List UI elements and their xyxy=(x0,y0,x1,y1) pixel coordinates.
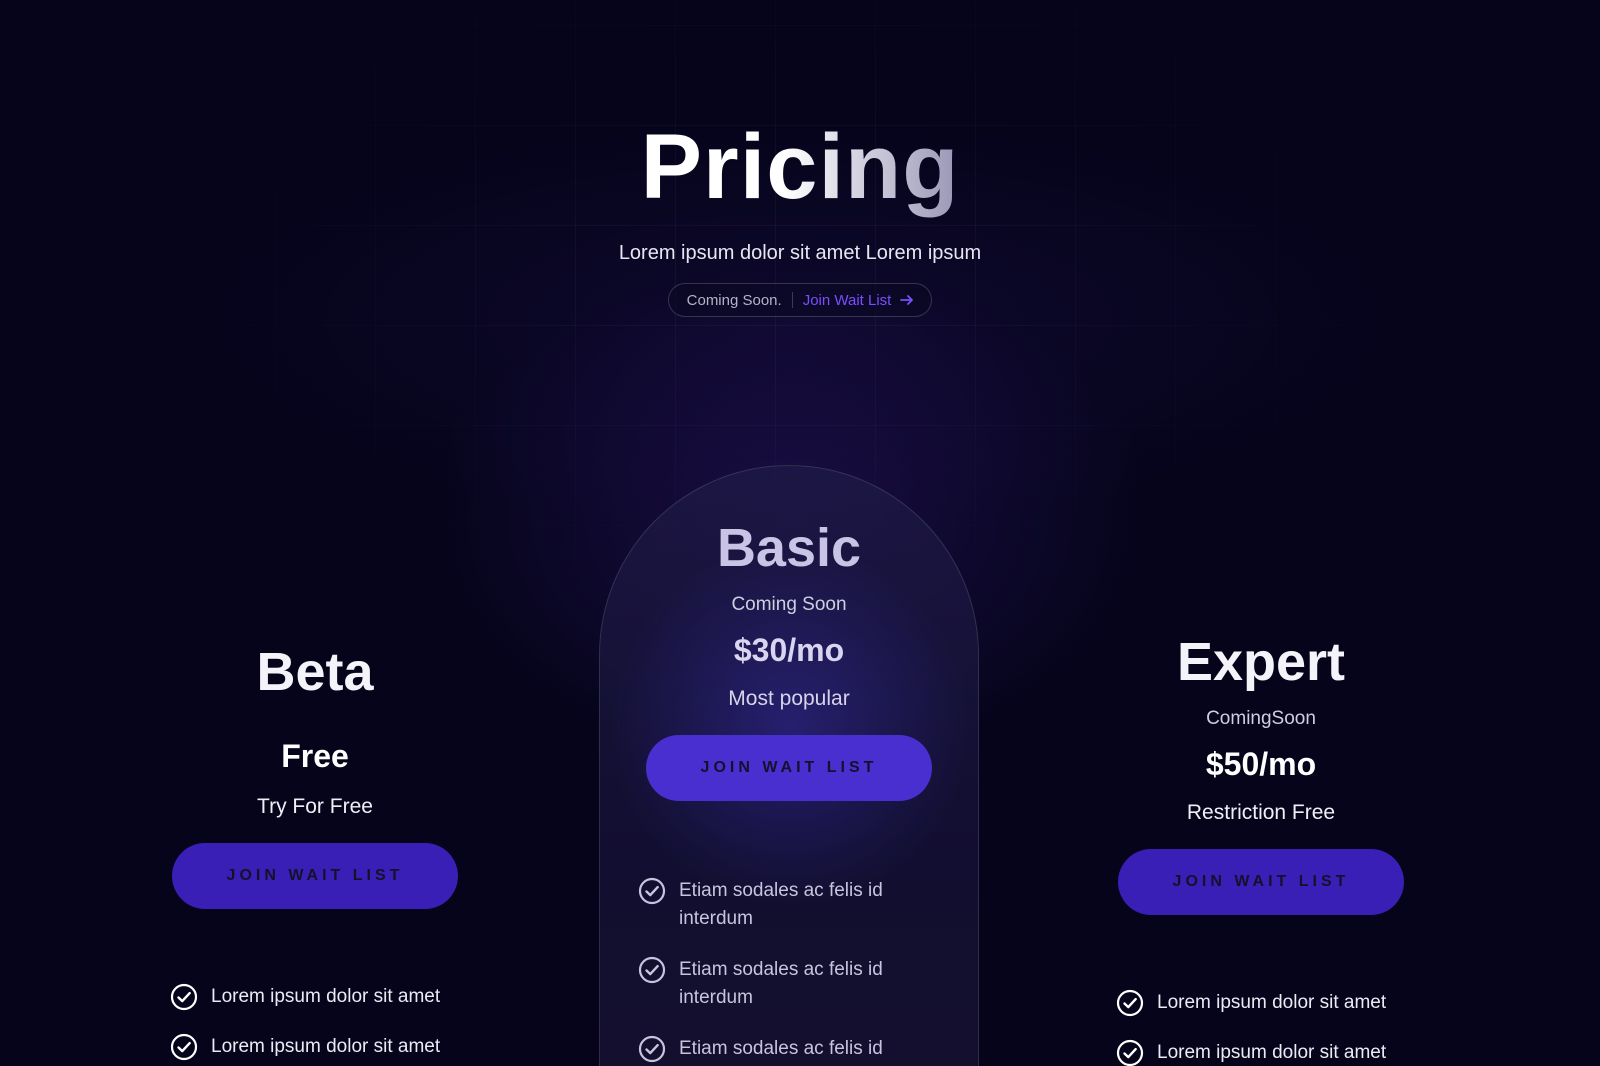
check-circle-icon xyxy=(638,877,666,905)
join-wait-list-button-basic[interactable]: JOIN WAIT LIST xyxy=(646,735,932,801)
feature-text: Etiam sodales ac felis id interdum xyxy=(679,1038,883,1059)
check-circle-icon xyxy=(1116,989,1144,1017)
pricing-page: Pricing Lorem ipsum dolor sit amet Lorem… xyxy=(0,0,1600,1066)
join-wait-list-button-expert[interactable]: JOIN WAIT LIST xyxy=(1118,849,1404,915)
feature-text: Lorem ipsum dolor sit amet xyxy=(1157,992,1387,1013)
plan-card-expert: Expert ComingSoon $50/mo Restriction Fre… xyxy=(1116,630,1406,1066)
feature-item: Lorem ipsum dolor sit amet xyxy=(170,1033,460,1061)
feature-text: Lorem ipsum dolor sit amet xyxy=(1157,1042,1387,1063)
plan-availability: ComingSoon xyxy=(1206,708,1316,729)
plan-name: Basic xyxy=(716,518,862,578)
join-wait-list-link[interactable]: Join Wait List xyxy=(803,292,916,309)
check-circle-icon xyxy=(1116,1039,1144,1066)
plan-price: Free xyxy=(281,738,349,774)
check-circle-icon xyxy=(638,956,666,984)
page-title: Pricing xyxy=(641,112,960,222)
check-circle-icon xyxy=(170,983,198,1011)
plan-card-beta: Beta Free Try For Free JOIN WAIT LIST Lo… xyxy=(170,640,460,1066)
feature-item: Lorem ipsum dolor sit amet xyxy=(1116,989,1406,1017)
feature-item: Etiam sodales ac felis id interdum xyxy=(638,1035,928,1066)
plan-tagline: Try For Free xyxy=(257,795,373,818)
coming-soon-pill: Coming Soon. Join Wait List xyxy=(667,283,933,317)
plan-name: Expert xyxy=(1176,632,1346,692)
feature-text: Etiam sodales ac felis id interdum xyxy=(679,880,883,929)
plan-price: $50/mo xyxy=(1205,746,1317,782)
plan-card-basic: Basic Coming Soon $30/mo Most popular JO… xyxy=(599,465,979,1066)
feature-item: Lorem ipsum dolor sit amet xyxy=(170,983,460,1011)
check-circle-icon xyxy=(638,1035,666,1063)
coming-soon-text: Coming Soon. xyxy=(686,291,782,309)
join-wait-list-link-label: Join Wait List xyxy=(802,291,892,309)
feature-item: Etiam sodales ac felis id interdum xyxy=(638,956,928,1012)
feature-text: Lorem ipsum dolor sit amet xyxy=(211,986,441,1007)
plan-tagline: Restriction Free xyxy=(1186,801,1336,824)
feature-item: Etiam sodales ac felis id interdum xyxy=(638,877,928,933)
feature-list: Lorem ipsum dolor sit amet Lorem ipsum d… xyxy=(170,983,460,1061)
plan-price: $30/mo xyxy=(733,632,845,668)
plan-tagline: Most popular xyxy=(728,687,850,710)
pill-divider xyxy=(791,292,793,308)
feature-list: Lorem ipsum dolor sit amet Lorem ipsum d… xyxy=(1116,989,1406,1066)
plan-name: Beta xyxy=(256,642,374,702)
feature-text: Lorem ipsum dolor sit amet xyxy=(211,1036,441,1057)
feature-list: Etiam sodales ac felis id interdum Etiam… xyxy=(600,877,928,1066)
arrow-right-icon xyxy=(899,292,915,308)
feature-item: Lorem ipsum dolor sit amet xyxy=(1116,1039,1406,1066)
join-wait-list-button-beta[interactable]: JOIN WAIT LIST xyxy=(172,843,458,909)
pricing-header: Pricing Lorem ipsum dolor sit amet Lorem… xyxy=(0,112,1600,317)
feature-text: Etiam sodales ac felis id interdum xyxy=(679,959,883,1008)
check-circle-icon xyxy=(170,1033,198,1061)
plan-availability: Coming Soon xyxy=(731,594,847,615)
page-subtitle: Lorem ipsum dolor sit amet Lorem ipsum xyxy=(618,242,982,264)
